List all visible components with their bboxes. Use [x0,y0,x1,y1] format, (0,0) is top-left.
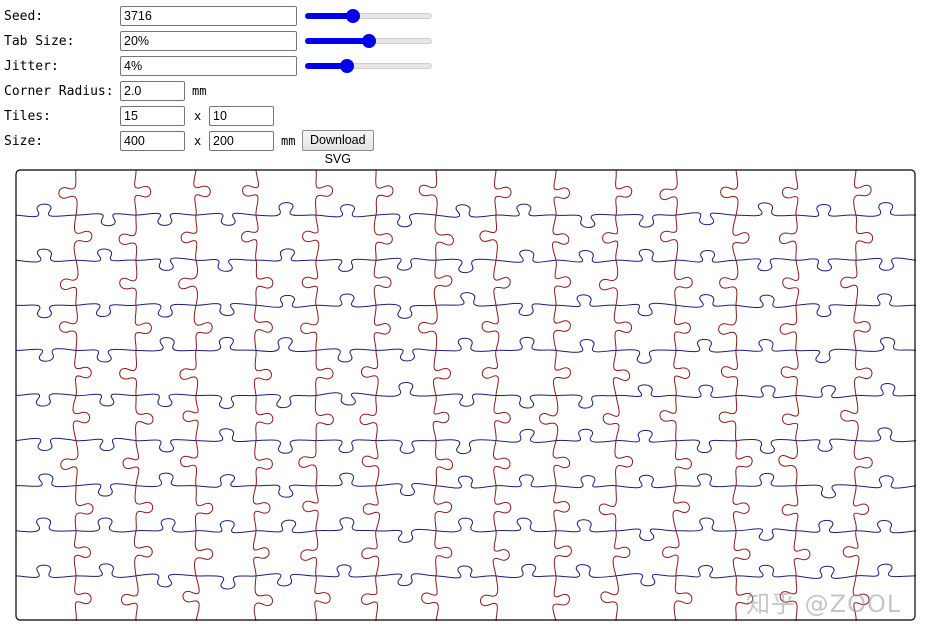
seed-input[interactable] [120,6,297,26]
tiles-x-input[interactable] [120,106,185,126]
horizontal-cuts [15,202,917,590]
seed-slider-thumb[interactable] [346,9,360,23]
puzzle-preview [15,169,917,622]
puzzle-border [15,169,916,621]
tab-size-input[interactable] [120,31,297,51]
vertical-cut-lines [58,169,874,622]
tab-size-label: Tab Size: [4,34,75,49]
jitter-slider-thumb[interactable] [340,59,354,73]
seed-label: Seed: [4,9,44,24]
tab-size-slider[interactable] [305,33,432,49]
corner-radius-unit: mm [192,84,207,98]
seed-slider[interactable] [305,8,432,24]
corner-radius-label: Corner Radius: [4,84,114,99]
watermark: 知乎 @ZOOL [746,590,902,618]
tiles-y-input[interactable] [209,106,274,126]
size-label: Size: [4,134,44,149]
size-height-input[interactable] [209,131,274,151]
tiles-separator: x [194,109,202,123]
vertical-cuts [58,169,874,622]
size-width-input[interactable] [120,131,185,151]
tab-size-slider-fill [305,38,369,44]
corner-radius-input[interactable] [120,81,185,101]
jitter-label: Jitter: [4,59,59,74]
size-separator: x [194,134,202,148]
horizontal-cut-lines [15,202,917,590]
tab-size-slider-thumb[interactable] [362,34,376,48]
tiles-label: Tiles: [4,109,51,124]
jitter-slider[interactable] [305,58,432,74]
size-unit: mm [281,134,296,148]
download-svg-button[interactable]: Download SVG [302,130,374,166]
jitter-input[interactable] [120,56,297,76]
